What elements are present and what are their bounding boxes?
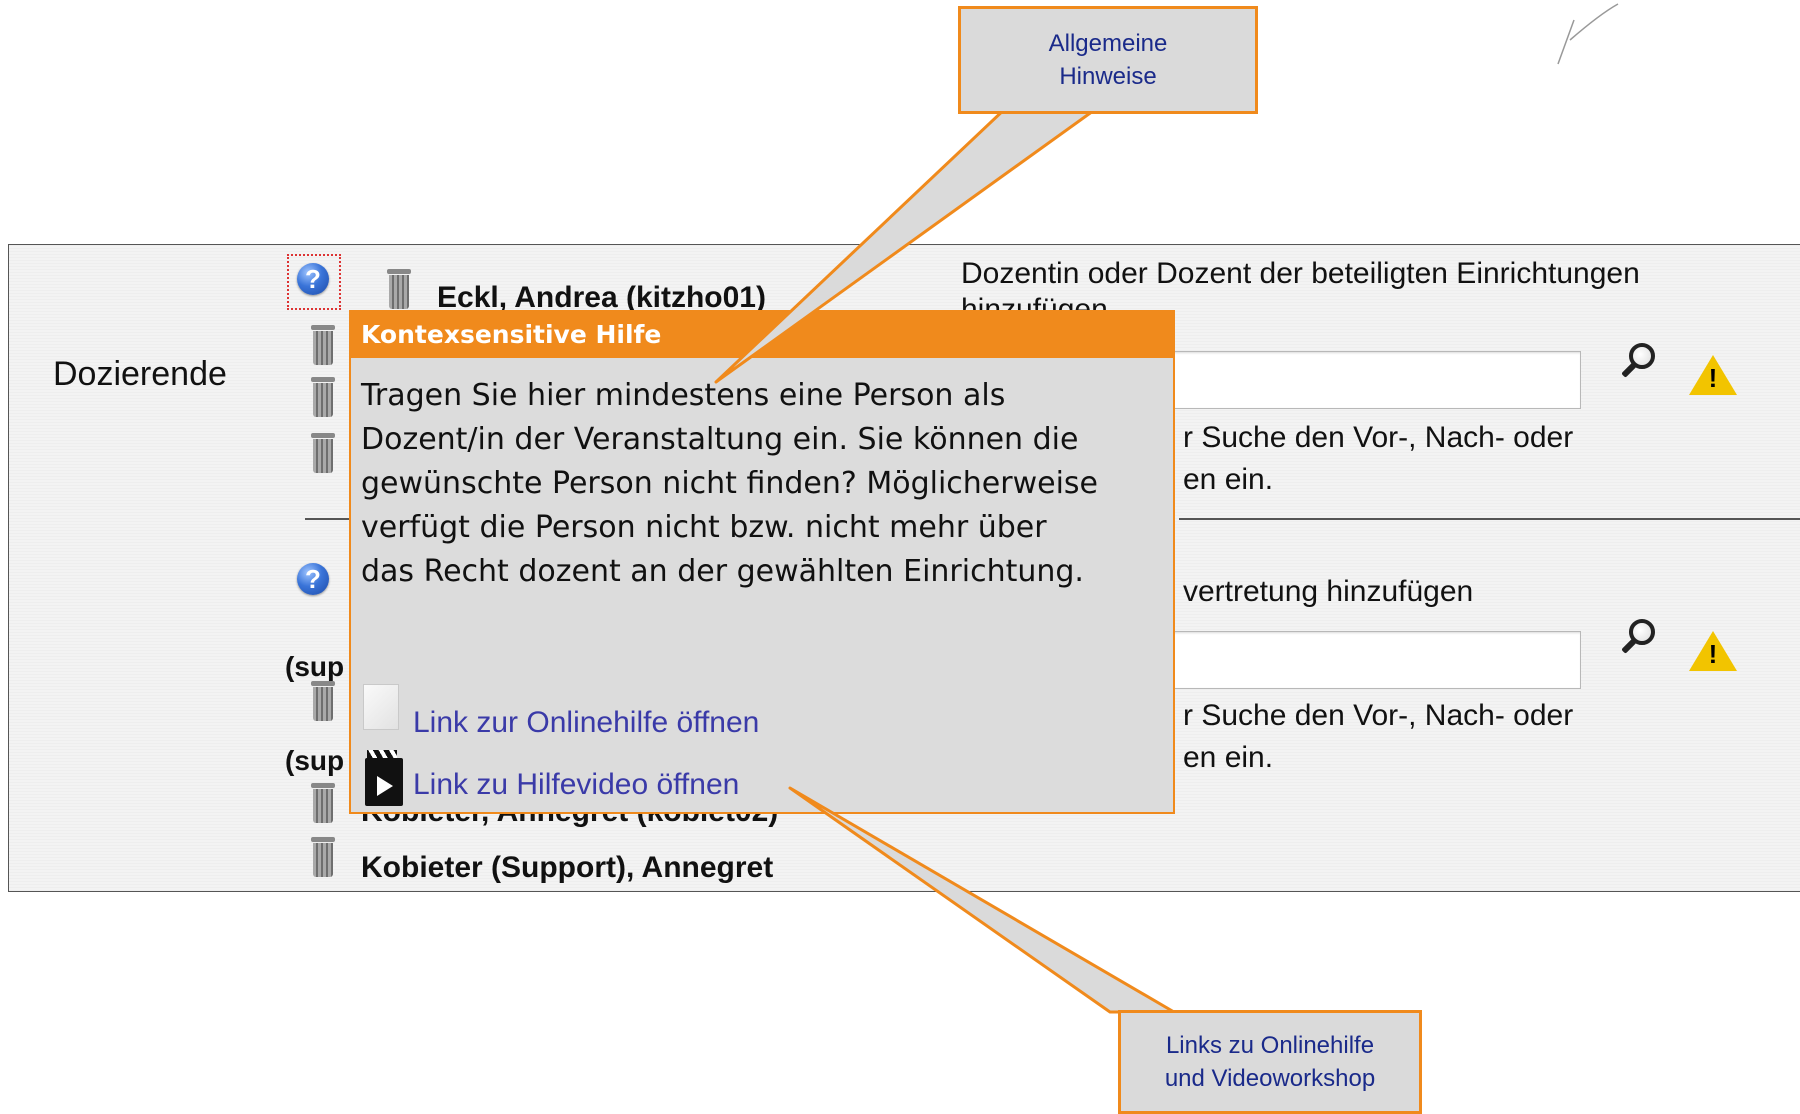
callout-general-hints: Allgemeine Hinweise <box>958 6 1258 114</box>
callout-text: Hinweise <box>1059 63 1157 90</box>
callout-text: Links zu Onlinehilfe <box>1165 1032 1375 1059</box>
callout-text: und Videoworkshop <box>1164 1065 1376 1092</box>
callout-text: Allgemeine <box>1048 30 1168 57</box>
callout-pointer-top <box>714 104 1102 384</box>
callout-pointer-bottom <box>788 786 1176 1014</box>
callout-pointers <box>714 104 1176 1014</box>
callout-help-links: Links zu Onlinehilfe und Videoworkshop <box>1118 1010 1422 1114</box>
